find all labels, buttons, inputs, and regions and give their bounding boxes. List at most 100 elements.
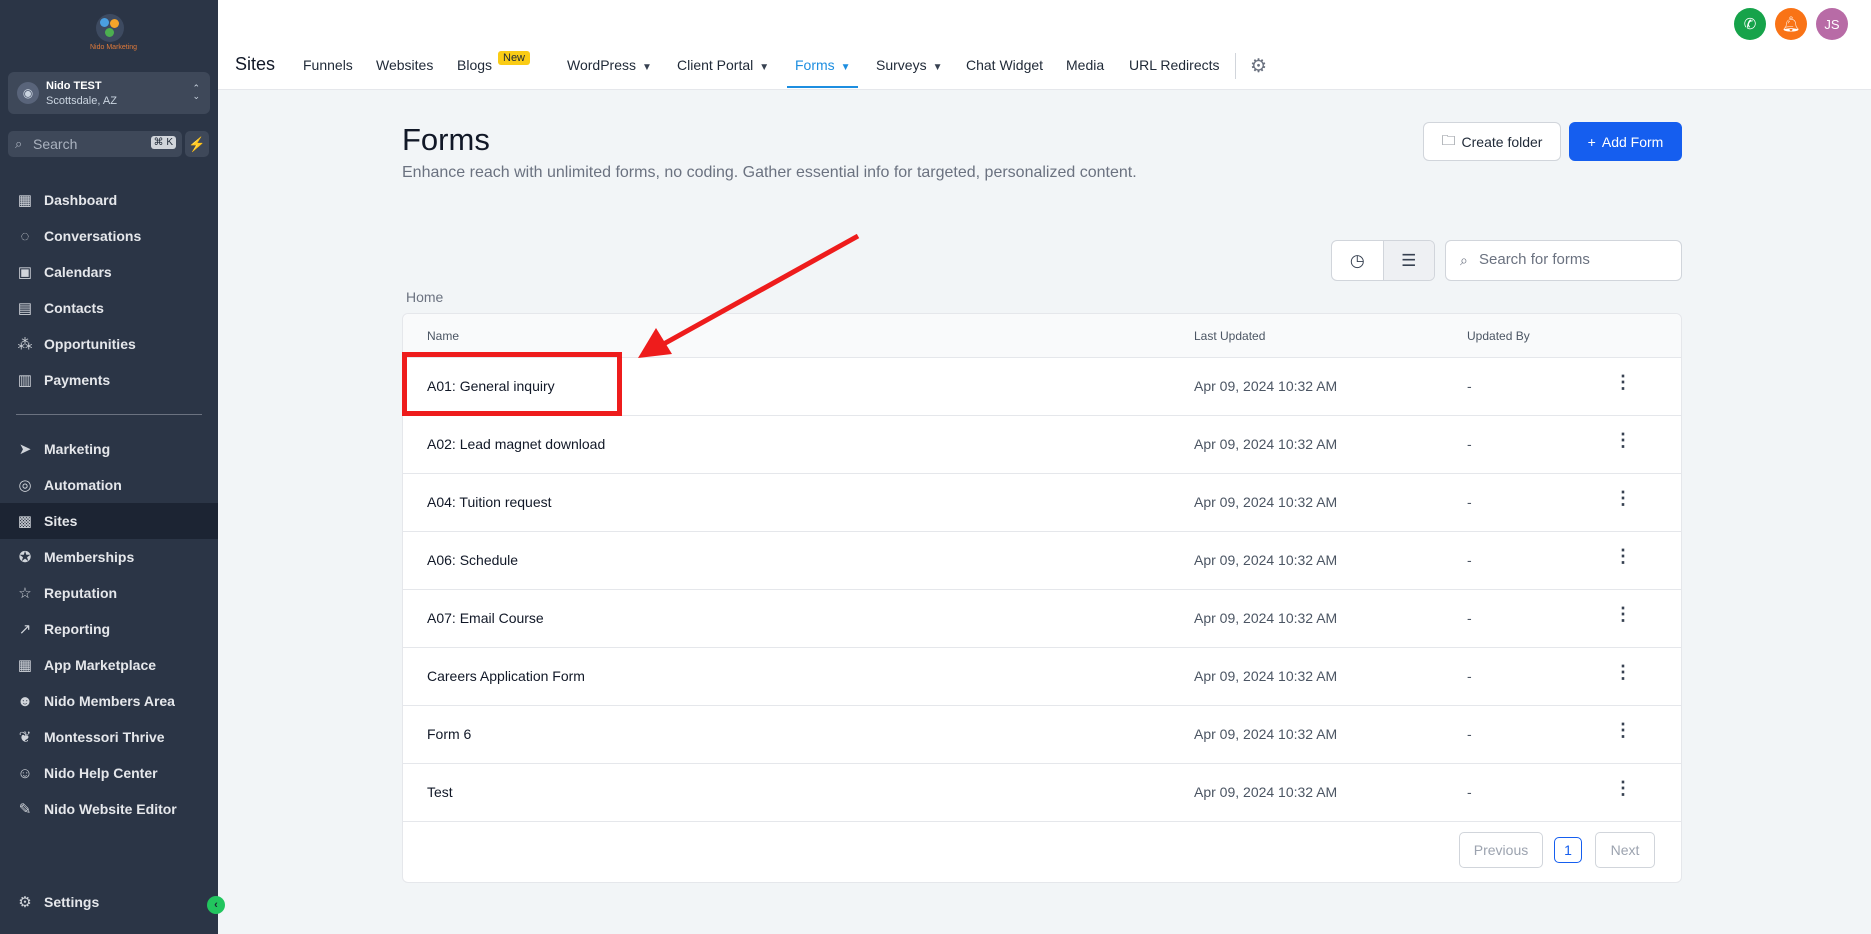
form-name[interactable]: A02: Lead magnet download xyxy=(427,436,605,452)
sidebar-item-marketing[interactable]: ➤ Marketing xyxy=(0,431,218,467)
sidebar-item-nido-help-center[interactable]: ☺ Nido Help Center xyxy=(0,755,218,791)
account-location: Scottsdale, AZ xyxy=(46,95,117,107)
sidebar-item-app-marketplace[interactable]: ▦ App Marketplace xyxy=(0,647,218,683)
list-view-icon[interactable]: ☰ xyxy=(1382,241,1434,280)
form-name[interactable]: Form 6 xyxy=(427,726,471,742)
table-row[interactable]: A02: Lead magnet download Apr 09, 2024 1… xyxy=(403,416,1681,474)
sidebar-item-label: Dashboard xyxy=(44,192,118,208)
table-row[interactable]: Test Apr 09, 2024 10:32 AM - ⋮ xyxy=(403,764,1681,822)
sidebar-item-calendars[interactable]: ▣ Calendars xyxy=(0,254,218,290)
sidebar-item-contacts[interactable]: ▤ Contacts xyxy=(0,290,218,326)
sidebar-item-nido-website-editor[interactable]: ✎ Nido Website Editor xyxy=(0,791,218,827)
sidebar-item-label: Montessori Thrive xyxy=(44,729,165,745)
form-name[interactable]: A06: Schedule xyxy=(427,552,518,568)
row-menu-icon[interactable]: ⋮ xyxy=(1613,778,1633,806)
row-menu-icon[interactable]: ⋮ xyxy=(1613,488,1633,516)
search-forms-input[interactable] xyxy=(1479,251,1674,268)
tab-wordpress[interactable]: WordPress ▼ xyxy=(567,57,652,73)
brand-name: Nido Marketing xyxy=(90,44,138,51)
sidebar-search[interactable]: ⌕ Search ⌘ K xyxy=(8,131,182,157)
gear-icon[interactable]: ⚙ xyxy=(1250,55,1267,78)
account-switcher[interactable]: ◉ Nido TEST Scottsdale, AZ ⌃ ⌄ xyxy=(8,72,210,114)
next-page-button[interactable]: Next xyxy=(1595,832,1655,868)
sidebar-item-payments[interactable]: ▥ Payments xyxy=(0,362,218,398)
quick-actions-bolt-icon[interactable]: ⚡ xyxy=(185,131,209,157)
bell-icon[interactable]: 🔔︎ xyxy=(1775,8,1807,40)
tab-blogs[interactable]: Blogs xyxy=(457,57,492,73)
sidebar-item-sites[interactable]: ▩ Sites xyxy=(0,503,218,539)
column-header-name: Name xyxy=(427,329,460,343)
updated-by: - xyxy=(1467,494,1472,510)
last-updated: Apr 09, 2024 10:32 AM xyxy=(1194,494,1338,510)
row-menu-icon[interactable]: ⋮ xyxy=(1613,662,1633,690)
sidebar-item-memberships[interactable]: ✪ Memberships xyxy=(0,539,218,575)
row-menu-icon[interactable]: ⋮ xyxy=(1613,546,1633,574)
annotation-highlight-box xyxy=(402,352,622,416)
sites-icon: ▩ xyxy=(17,513,33,530)
sidebar-item-automation[interactable]: ◎ Automation xyxy=(0,467,218,503)
tab-chat-widget[interactable]: Chat Widget xyxy=(966,57,1043,73)
breadcrumb[interactable]: Home xyxy=(406,289,443,305)
brand-logo[interactable]: Nido Marketing xyxy=(90,14,138,56)
sidebar-item-label: Contacts xyxy=(44,300,104,316)
sidebar-item-reputation[interactable]: ☆ Reputation xyxy=(0,575,218,611)
sidebar-item-dashboard[interactable]: ▦ Dashboard xyxy=(0,182,218,218)
form-name[interactable]: A07: Email Course xyxy=(427,610,544,626)
phone-icon[interactable]: ✆ xyxy=(1734,8,1766,40)
tab-label: WordPress xyxy=(567,57,636,73)
table-row[interactable]: A07: Email Course Apr 09, 2024 10:32 AM … xyxy=(403,590,1681,648)
sidebar-item-label: Memberships xyxy=(44,549,135,565)
tab-media[interactable]: Media xyxy=(1066,57,1104,73)
page-title: Forms xyxy=(402,122,490,157)
table-row[interactable]: A06: Schedule Apr 09, 2024 10:32 AM - ⋮ xyxy=(403,532,1681,590)
tab-funnels[interactable]: Funnels xyxy=(303,57,353,73)
column-header-updated-by: Updated By xyxy=(1467,329,1530,343)
form-name[interactable]: A04: Tuition request xyxy=(427,494,552,510)
last-updated: Apr 09, 2024 10:32 AM xyxy=(1194,552,1338,568)
sidebar-item-opportunities[interactable]: ⁂ Opportunities xyxy=(0,326,218,362)
row-menu-icon[interactable]: ⋮ xyxy=(1613,720,1633,748)
add-form-button[interactable]: + Add Form xyxy=(1569,122,1682,161)
table-row[interactable]: Careers Application Form Apr 09, 2024 10… xyxy=(403,648,1681,706)
sidebar-item-label: Automation xyxy=(44,477,122,493)
help-users-icon: ☺ xyxy=(17,764,33,782)
page-description: Enhance reach with unlimited forms, no c… xyxy=(402,164,1137,181)
sidebar-item-label: Reputation xyxy=(44,585,118,601)
user-avatar[interactable]: JS xyxy=(1816,8,1848,40)
updated-by: - xyxy=(1467,552,1472,568)
tab-websites[interactable]: Websites xyxy=(376,57,433,73)
sidebar-item-nido-members-area[interactable]: ☻ Nido Members Area xyxy=(0,683,218,719)
form-name[interactable]: Test xyxy=(427,784,453,800)
tab-url-redirects[interactable]: URL Redirects xyxy=(1129,57,1220,73)
plus-icon: + xyxy=(1587,133,1596,150)
chevron-down-icon: ▼ xyxy=(641,62,652,73)
sidebar-item-montessori-thrive[interactable]: ❦ Montessori Thrive xyxy=(0,719,218,755)
page-number-button[interactable]: 1 xyxy=(1554,837,1582,863)
wrench-icon: ✎ xyxy=(18,801,32,818)
new-badge: New xyxy=(498,51,531,65)
row-menu-icon[interactable]: ⋮ xyxy=(1613,372,1633,400)
form-name[interactable]: Careers Application Form xyxy=(427,668,585,684)
last-updated: Apr 09, 2024 10:32 AM xyxy=(1194,668,1338,684)
opportunities-icon: ⁂ xyxy=(17,336,33,353)
table-row[interactable]: A04: Tuition request Apr 09, 2024 10:32 … xyxy=(403,474,1681,532)
tab-client-portal[interactable]: Client Portal ▼ xyxy=(677,57,769,73)
create-folder-button[interactable]: 🗀︎ Create folder xyxy=(1423,122,1561,161)
row-menu-icon[interactable]: ⋮ xyxy=(1613,430,1633,458)
collapse-sidebar-icon[interactable]: ‹ xyxy=(207,896,225,914)
tab-forms[interactable]: Forms ▼ xyxy=(795,57,851,73)
arrow-shaft xyxy=(658,233,860,349)
page-section-title: Sites xyxy=(235,54,276,74)
recent-view-clock-icon[interactable]: ◷ xyxy=(1332,241,1383,280)
table-row[interactable]: Form 6 Apr 09, 2024 10:32 AM - ⋮ xyxy=(403,706,1681,764)
sidebar-item-conversations[interactable]: ◌ Conversations xyxy=(0,218,218,254)
sidebar-item-label: Nido Help Center xyxy=(44,765,158,781)
sidebar-item-settings[interactable]: ⚙ Settings xyxy=(0,884,218,920)
logo-icon xyxy=(96,14,124,42)
previous-page-button[interactable]: Previous xyxy=(1459,832,1543,868)
tab-surveys[interactable]: Surveys ▼ xyxy=(876,57,942,73)
annotation-arrow xyxy=(638,233,860,358)
row-menu-icon[interactable]: ⋮ xyxy=(1613,604,1633,632)
sidebar-item-reporting[interactable]: ↗ Reporting xyxy=(0,611,218,647)
forms-search[interactable]: ⌕ xyxy=(1445,240,1682,281)
